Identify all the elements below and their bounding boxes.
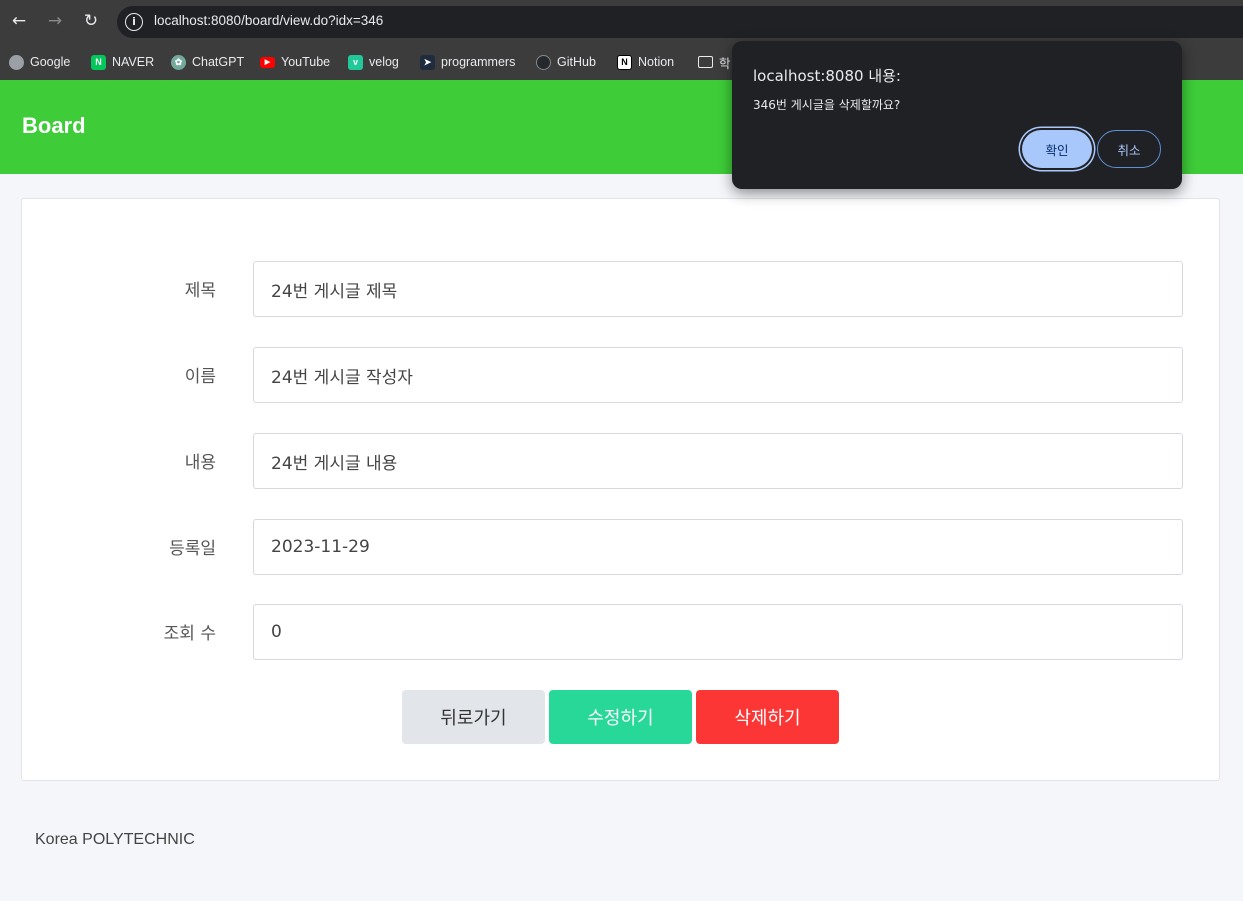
content-label: 내용 — [184, 453, 216, 473]
bookmark-github[interactable]: GitHub — [536, 52, 596, 72]
bookmark-youtube[interactable]: ▶ YouTube — [260, 52, 330, 72]
url-text[interactable]: localhost:8080/board/view.do?idx=346 — [154, 13, 383, 28]
bookmark-label: 학 — [719, 56, 731, 71]
edit-button[interactable]: 수정하기 — [549, 690, 692, 744]
views-field[interactable]: 0 — [253, 604, 1183, 660]
name-label: 이름 — [184, 367, 216, 387]
name-field[interactable]: 24번 게시글 작성자 — [253, 347, 1183, 403]
bookmark-folder[interactable]: 학 — [698, 52, 731, 72]
title-field[interactable]: 24번 게시글 제목 — [253, 261, 1183, 317]
bookmark-label: Notion — [638, 55, 675, 69]
dialog-title: localhost:8080 내용: — [753, 67, 901, 85]
footer-text: Korea POLYTECHNIC — [35, 831, 195, 848]
delete-button[interactable]: 삭제하기 — [696, 690, 839, 744]
bookmark-chatgpt[interactable]: ✿ ChatGPT — [171, 52, 244, 72]
bookmark-label: YouTube — [281, 55, 331, 69]
content-field[interactable]: 24번 게시글 내용 — [253, 433, 1183, 489]
dialog-message: 346번 게시글을 삭제할까요? — [753, 98, 901, 112]
brand-title[interactable]: Board — [22, 113, 86, 139]
confirm-ok-button[interactable]: 확인 — [1022, 130, 1092, 168]
site-info-icon[interactable]: i — [125, 13, 143, 31]
bookmark-label: programmers — [441, 55, 516, 69]
bookmark-programmers[interactable]: ➤ programmers — [420, 52, 515, 72]
views-label: 조회 수 — [163, 624, 216, 644]
globe-icon — [9, 54, 24, 70]
bookmark-label: ChatGPT — [192, 55, 245, 69]
date-label: 등록일 — [169, 539, 216, 559]
board-view-card: 제목 24번 게시글 제목 이름 24번 게시글 작성자 내용 24번 게시글 … — [21, 198, 1220, 781]
bookmark-label: GitHub — [557, 55, 596, 69]
back-arrow-icon[interactable]: ← — [8, 10, 30, 32]
bookmark-notion[interactable]: N Notion — [617, 52, 674, 72]
confirm-cancel-button[interactable]: 취소 — [1097, 130, 1161, 168]
reload-icon[interactable]: ↻ — [80, 10, 102, 32]
bookmark-label: velog — [369, 55, 399, 69]
programmers-icon: ➤ — [420, 54, 435, 70]
chatgpt-icon: ✿ — [171, 54, 186, 70]
date-field[interactable]: 2023-11-29 — [253, 519, 1183, 575]
forward-arrow-icon[interactable]: → — [44, 10, 66, 32]
back-button[interactable]: 뒤로가기 — [402, 690, 545, 744]
youtube-icon: ▶ — [260, 56, 275, 68]
confirm-dialog: localhost:8080 내용: 346번 게시글을 삭제할까요? 확인 취… — [732, 41, 1182, 189]
github-icon — [536, 54, 551, 70]
velog-icon: v — [348, 54, 363, 70]
title-label: 제목 — [184, 281, 216, 301]
bookmark-google[interactable]: Google — [9, 52, 70, 72]
bookmark-label: NAVER — [112, 55, 155, 69]
browser-toolbar: ← → ↻ i localhost:8080/board/view.do?idx… — [0, 0, 1243, 44]
bookmark-naver[interactable]: N NAVER — [91, 52, 154, 72]
folder-icon — [698, 56, 713, 68]
notion-icon: N — [617, 54, 632, 70]
bookmark-velog[interactable]: v velog — [348, 52, 399, 72]
bookmark-label: Google — [30, 55, 71, 69]
address-bar[interactable]: i localhost:8080/board/view.do?idx=346 — [117, 6, 1243, 38]
naver-icon: N — [91, 54, 106, 70]
